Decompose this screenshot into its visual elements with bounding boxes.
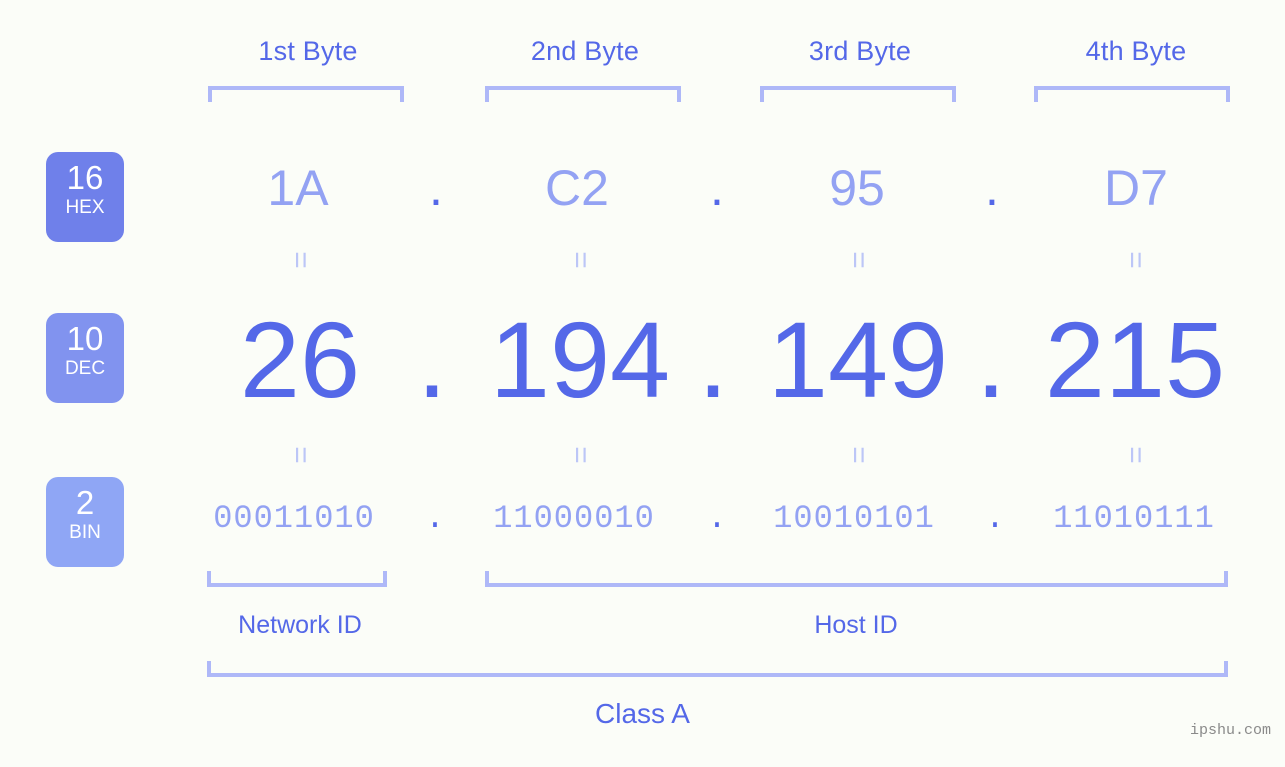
equals-mark-dec-bin-2: = xyxy=(564,446,597,464)
radix-badge-hex-number: 16 xyxy=(66,159,104,196)
host-id-bracket xyxy=(485,571,1228,587)
byte-bracket-3 xyxy=(760,86,956,102)
radix-badge-hex-name: HEX xyxy=(65,197,105,218)
byte-header-label-2: 2nd Byte xyxy=(530,36,640,66)
equals-mark-hex-dec-1: = xyxy=(284,251,317,269)
radix-badge-dec: 10 DEC xyxy=(46,313,124,403)
radix-badge-bin: 2 BIN xyxy=(46,477,124,567)
byte-header-label-4: 4th Byte xyxy=(1085,36,1187,66)
hex-octet-1: 1A xyxy=(267,160,329,216)
equals-mark-dec-bin-4: = xyxy=(1119,446,1152,464)
radix-badge-hex: 16 HEX xyxy=(46,152,124,242)
bin-octet-1: 00011010 xyxy=(213,500,375,537)
equals-mark-hex-dec-4: = xyxy=(1119,251,1152,269)
radix-badge-bin-number: 2 xyxy=(75,484,95,521)
class-bracket xyxy=(207,661,1228,677)
byte-bracket-4 xyxy=(1034,86,1230,102)
byte-header-label-1: 1st Byte xyxy=(258,36,358,66)
bin-octet-4: 11010111 xyxy=(1053,500,1215,537)
dec-octet-2: 194 xyxy=(489,299,671,420)
byte-header-label-3: 3rd Byte xyxy=(808,36,912,66)
radix-badge-dec-number: 10 xyxy=(66,320,104,357)
dec-octet-1: 26 xyxy=(239,299,361,420)
bin-octet-2: 11000010 xyxy=(493,500,655,537)
network-id-bracket xyxy=(207,571,387,587)
radix-badge-dec-name: DEC xyxy=(64,358,106,379)
hex-octet-4: D7 xyxy=(1104,160,1168,216)
site-watermark: ipshu.com xyxy=(1189,722,1271,739)
byte-bracket-2 xyxy=(485,86,681,102)
dec-octet-4: 215 xyxy=(1044,299,1226,420)
equals-mark-hex-dec-3: = xyxy=(842,251,875,269)
byte-bracket-1 xyxy=(208,86,404,102)
hex-octet-2: C2 xyxy=(545,160,609,216)
class-label: Class A xyxy=(595,698,690,729)
network-id-label: Network ID xyxy=(238,611,362,639)
equals-mark-dec-bin-3: = xyxy=(842,446,875,464)
hex-octet-3: 95 xyxy=(829,160,885,216)
ip-address-breakdown-diagram: 1st Byte 2nd Byte 3rd Byte 4th Byte 16 H… xyxy=(0,0,1285,767)
equals-mark-hex-dec-2: = xyxy=(564,251,597,269)
radix-badge-bin-name: BIN xyxy=(69,522,101,543)
equals-mark-dec-bin-1: = xyxy=(284,446,317,464)
dec-octet-3: 149 xyxy=(767,299,949,420)
bin-octet-3: 10010101 xyxy=(773,500,935,537)
host-id-label: Host ID xyxy=(814,611,898,639)
